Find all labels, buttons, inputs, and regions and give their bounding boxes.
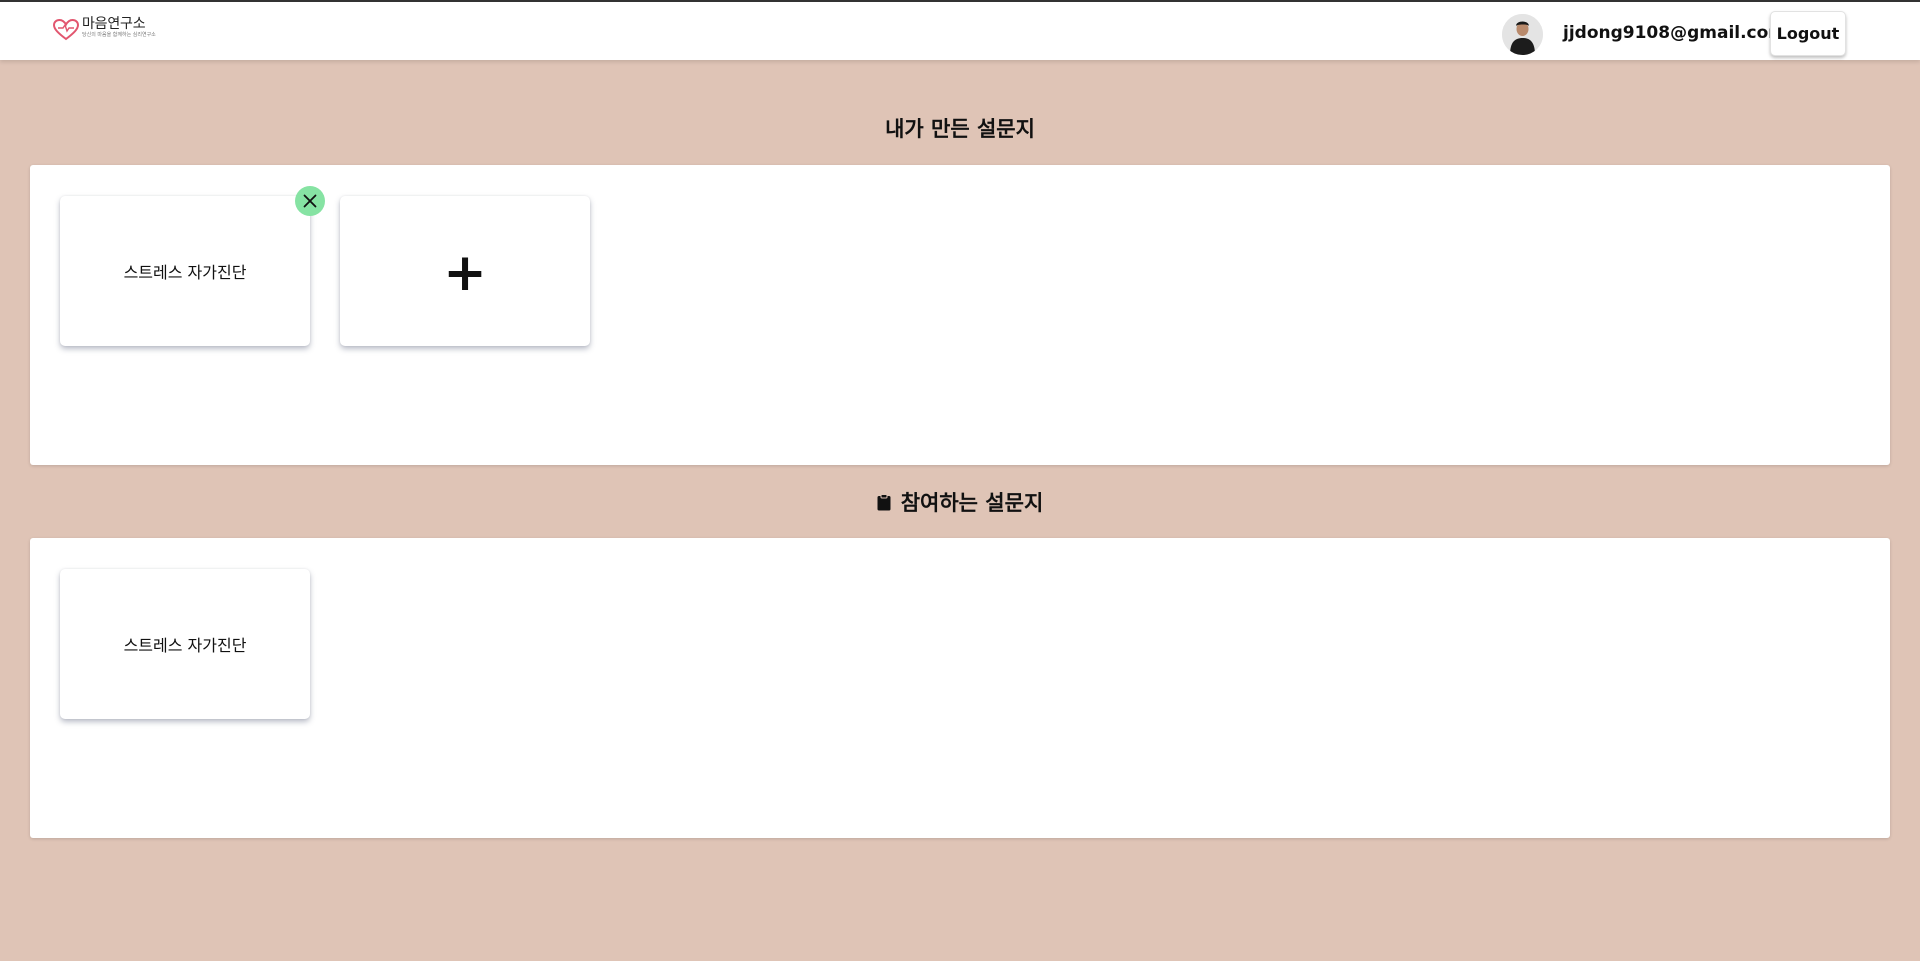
- participating-survey-card[interactable]: 스트레스 자가진단: [60, 569, 310, 719]
- my-surveys-title-text: 내가 만든 설문지: [885, 117, 1035, 141]
- logo-subtitle: 당신의 마음을 함께하는 심리연구소: [82, 32, 156, 38]
- participating-surveys-panel: 스트레스 자가진단: [30, 538, 1890, 838]
- survey-card-label: 스트레스 자가진단: [123, 263, 247, 282]
- close-icon: [303, 194, 317, 208]
- logout-button[interactable]: Logout: [1770, 11, 1846, 56]
- add-survey-button[interactable]: +: [340, 196, 590, 346]
- user-avatar[interactable]: [1502, 14, 1543, 55]
- delete-survey-button[interactable]: [295, 186, 325, 216]
- top-navigation-bar: 마음연구소 당신의 마음을 함께하는 심리연구소 jjdong9108@gmai…: [0, 0, 1920, 60]
- avatar-image: [1502, 14, 1543, 55]
- plus-icon: +: [443, 243, 487, 303]
- participating-surveys-title: 참여하는 설문지: [0, 487, 1920, 517]
- site-logo[interactable]: 마음연구소 당신의 마음을 함께하는 심리연구소: [53, 16, 156, 46]
- heart-logo-icon: [53, 19, 79, 41]
- clipboard-icon: [877, 493, 891, 510]
- my-surveys-title: 내가 만든 설문지: [0, 113, 1920, 143]
- survey-card-label: 스트레스 자가진단: [123, 636, 247, 655]
- my-surveys-panel: 스트레스 자가진단 +: [30, 165, 1890, 465]
- logo-title: 마음연구소: [82, 16, 146, 32]
- user-email: jjdong9108@gmail.com: [1563, 23, 1787, 43]
- survey-card-stress-self-test[interactable]: 스트레스 자가진단: [60, 186, 325, 346]
- participating-surveys-title-text: 참여하는 설문지: [900, 491, 1044, 515]
